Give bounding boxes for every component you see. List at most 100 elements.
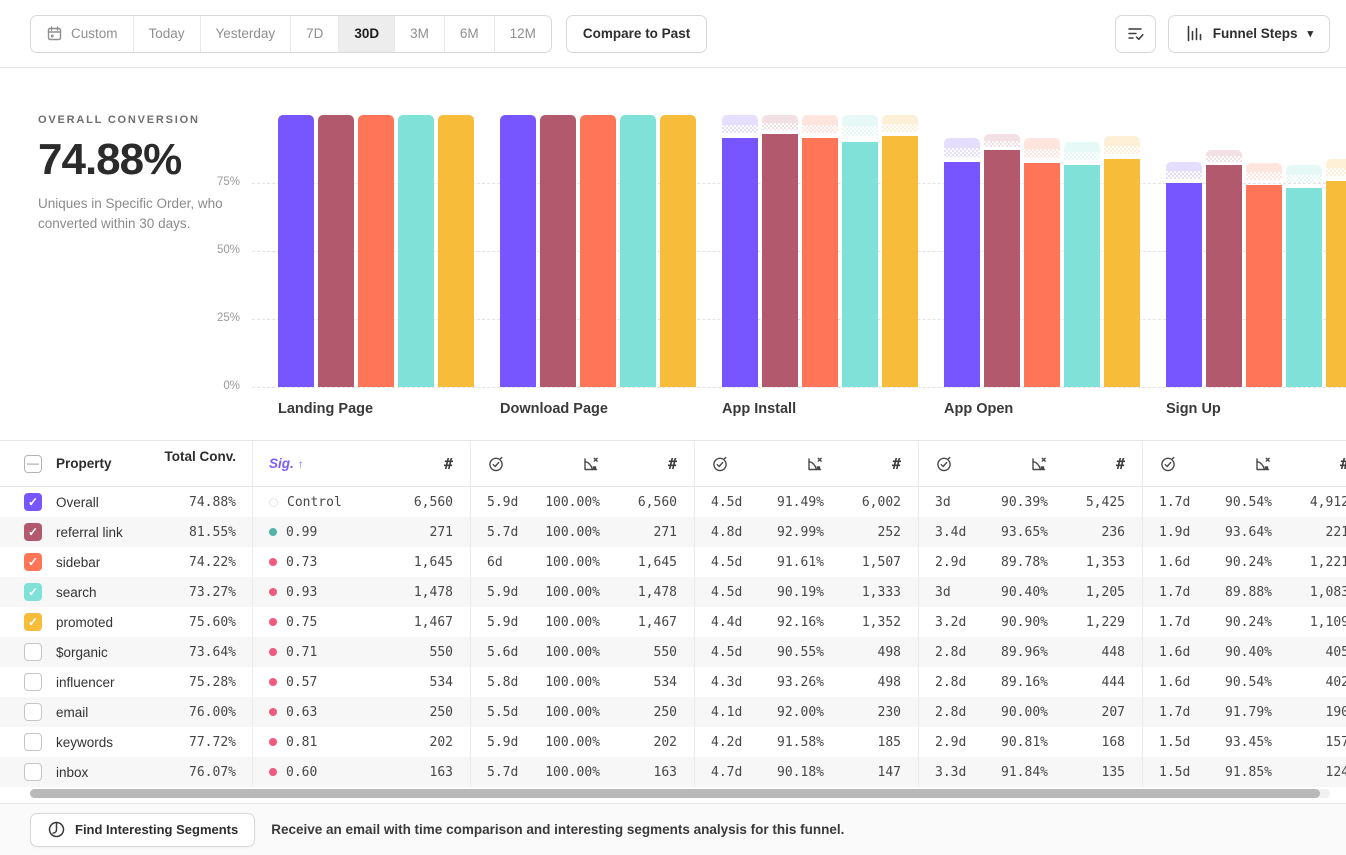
step-count: 534 [600, 675, 677, 690]
conversion-rate-value: 100.00% [541, 675, 600, 690]
row-checkbox[interactable] [24, 643, 42, 661]
funnel-bar-promoted[interactable] [1104, 159, 1140, 387]
funnel-bar-promoted[interactable] [438, 115, 474, 387]
date-range-option-6m[interactable]: 6M [445, 16, 495, 52]
step-label: Landing Page [278, 401, 373, 417]
total-conversion-value: 74.22% [160, 547, 252, 577]
date-range-option-yesterday[interactable]: Yesterday [201, 16, 292, 52]
total-conversion-value: 73.64% [160, 637, 252, 667]
funnel-bar-referral-link[interactable] [984, 150, 1020, 387]
date-range-option-custom[interactable]: Custom [31, 16, 134, 52]
table-row[interactable]: email 76.00% 0.63 250 5.5d 100.00% 250 4… [0, 697, 1346, 727]
conversion-rate-value: 100.00% [541, 765, 600, 780]
step-count: 6,560 [376, 495, 453, 510]
total-conversion-value: 75.60% [160, 607, 252, 637]
funnel-bar-overall[interactable] [722, 138, 758, 387]
significance-dot [269, 558, 277, 566]
funnel-bar-overall[interactable] [500, 115, 536, 387]
significance-dot [269, 648, 277, 656]
funnel-bar-sidebar[interactable] [358, 115, 394, 387]
funnel-bar-search[interactable] [1286, 188, 1322, 387]
date-range-option-7d[interactable]: 7D [291, 16, 339, 52]
date-range-option-30d[interactable]: 30D [339, 16, 395, 52]
funnel-bar-sidebar[interactable] [1024, 163, 1060, 387]
significance-column-header[interactable]: Sig.↑ [269, 456, 304, 471]
funnel-bar-overall[interactable] [278, 115, 314, 387]
table-row[interactable]: ✓ Overall 74.88% Control 6,560 5.9d 100.… [0, 487, 1346, 517]
clock-check-icon[interactable] [935, 455, 989, 473]
funnel-bar-promoted[interactable] [1326, 181, 1346, 387]
conversion-rate-icon[interactable] [1213, 455, 1272, 473]
horizontal-scrollbar-thumb[interactable] [30, 789, 1320, 798]
bar-previous-step-cap [984, 134, 1020, 150]
row-checkbox[interactable]: ✓ [24, 523, 42, 541]
funnel-bar-referral-link[interactable] [1206, 165, 1242, 387]
table-row[interactable]: ✓ referral link 81.55% 0.99 271 5.7d 100… [0, 517, 1346, 547]
date-range-option-today[interactable]: Today [134, 16, 201, 52]
significance-value: 0.93 [286, 585, 317, 600]
row-checkbox[interactable] [24, 763, 42, 781]
row-checkbox[interactable]: ✓ [24, 553, 42, 571]
date-range-option-12m[interactable]: 12M [495, 16, 551, 52]
row-checkbox[interactable]: ✓ [24, 583, 42, 601]
funnel-bar-overall[interactable] [944, 162, 980, 387]
compare-to-past-button[interactable]: Compare to Past [566, 15, 707, 53]
step-count: 402 [1272, 675, 1346, 690]
avg-time-value: 3d [935, 585, 989, 600]
find-interesting-segments-button[interactable]: Find Interesting Segments [30, 813, 255, 847]
gridline [252, 387, 1346, 388]
funnel-bar-search[interactable] [842, 142, 878, 387]
funnel-bar-promoted[interactable] [660, 115, 696, 387]
funnel-bar-search[interactable] [620, 115, 656, 387]
clock-check-icon[interactable] [711, 455, 765, 473]
step-count: 1,205 [1048, 585, 1125, 600]
table-row[interactable]: inbox 76.07% 0.60 163 5.7d 100.00% 163 4… [0, 757, 1346, 787]
avg-time-value: 1.6d [1159, 555, 1213, 570]
count-column-header[interactable]: # [600, 455, 677, 473]
funnel-bar-search[interactable] [1064, 165, 1100, 387]
row-checkbox[interactable]: ✓ [24, 613, 42, 631]
filter-check-icon-button[interactable] [1115, 15, 1156, 53]
row-checkbox[interactable]: ✓ [24, 493, 42, 511]
property-column-header[interactable]: Property [56, 456, 112, 471]
avg-time-value: 1.7d [1159, 705, 1213, 720]
horizontal-scrollbar[interactable] [30, 789, 1330, 798]
funnel-bar-referral-link[interactable] [540, 115, 576, 387]
conversion-rate-value: 91.84% [989, 765, 1048, 780]
table-row[interactable]: ✓ promoted 75.60% 0.75 1,467 5.9d 100.00… [0, 607, 1346, 637]
table-row[interactable]: ✓ search 73.27% 0.93 1,478 5.9d 100.00% … [0, 577, 1346, 607]
count-column-header[interactable]: # [1272, 455, 1346, 473]
funnel-bar-overall[interactable] [1166, 183, 1202, 387]
total-conversion-column-header[interactable]: Total Conv. [160, 441, 252, 486]
conversion-rate-icon[interactable] [541, 455, 600, 473]
clock-check-icon[interactable] [1159, 455, 1213, 473]
row-checkbox[interactable] [24, 733, 42, 751]
conversion-rate-icon[interactable] [765, 455, 824, 473]
funnel-bar-referral-link[interactable] [318, 115, 354, 387]
row-checkbox[interactable] [24, 703, 42, 721]
funnel-bar-sidebar[interactable] [1246, 185, 1282, 387]
avg-time-value: 5.9d [487, 735, 541, 750]
step-cell-group: 1.9d 93.64% 221 [1142, 517, 1346, 547]
funnel-bar-referral-link[interactable] [762, 134, 798, 387]
row-checkbox[interactable] [24, 673, 42, 691]
step-cell-group: 2.8d 90.00% 207 [918, 697, 1142, 727]
select-all-checkbox[interactable]: — [24, 455, 42, 473]
count-column-header[interactable]: # [376, 455, 453, 473]
table-row[interactable]: $organic 73.64% 0.71 550 5.6d 100.00% 55… [0, 637, 1346, 667]
count-column-header[interactable]: # [1048, 455, 1125, 473]
table-row[interactable]: keywords 77.72% 0.81 202 5.9d 100.00% 20… [0, 727, 1346, 757]
conversion-rate-value: 90.40% [1213, 645, 1272, 660]
conversion-rate-icon[interactable] [989, 455, 1048, 473]
funnel-bar-sidebar[interactable] [580, 115, 616, 387]
date-range-option-3m[interactable]: 3M [395, 16, 445, 52]
count-column-header[interactable]: # [824, 455, 901, 473]
funnel-bar-sidebar[interactable] [802, 138, 838, 387]
total-conversion-value: 73.27% [160, 577, 252, 607]
funnel-steps-dropdown[interactable]: Funnel Steps ▾ [1168, 15, 1330, 53]
funnel-bar-promoted[interactable] [882, 136, 918, 387]
table-row[interactable]: ✓ sidebar 74.22% 0.73 1,645 6d 100.00% 1… [0, 547, 1346, 577]
funnel-bar-search[interactable] [398, 115, 434, 387]
clock-check-icon[interactable] [487, 455, 541, 473]
table-row[interactable]: influencer 75.28% 0.57 534 5.8d 100.00% … [0, 667, 1346, 697]
